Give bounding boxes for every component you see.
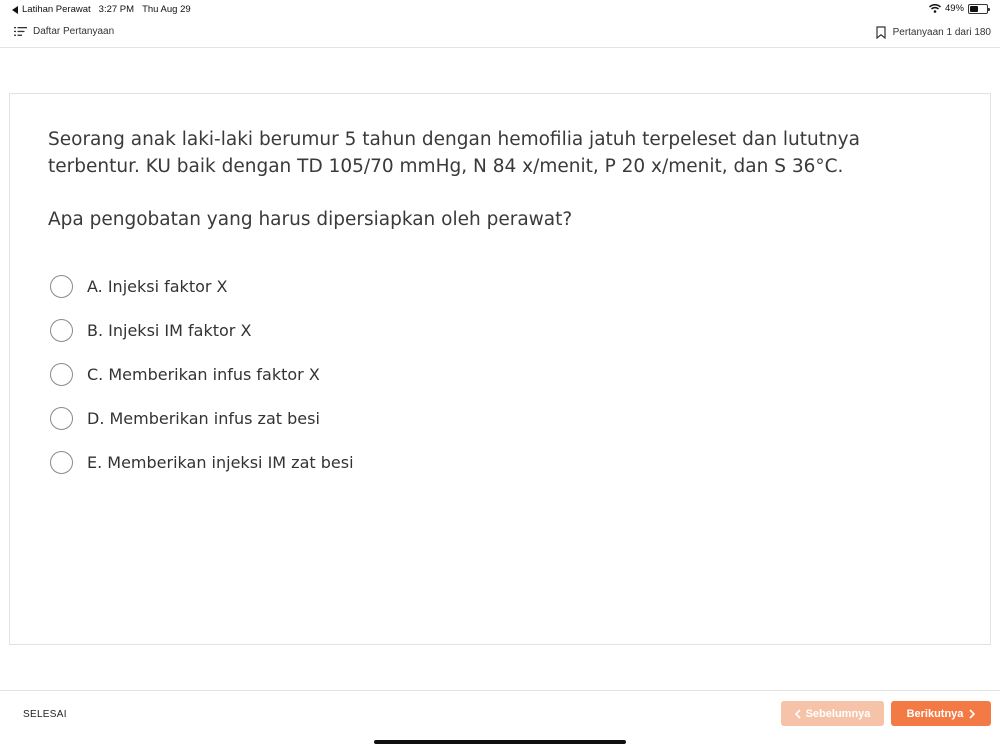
question-card: Seorang anak laki-laki berumur 5 tahun d… [9,93,991,645]
back-triangle-icon [12,5,18,14]
question-list-label: Daftar Pertanyaan [33,26,115,37]
back-app-label: Latihan Perawat [22,4,91,15]
chevron-right-icon [969,708,976,719]
radio-button[interactable] [50,318,73,342]
option-a[interactable]: A. Injeksi faktor X [50,264,354,308]
question-counter: Pertanyaan 1 dari 180 [875,26,991,39]
home-indicator[interactable] [374,740,626,744]
option-b[interactable]: B. Injeksi IM faktor X [50,308,354,352]
next-label: Berikutnya [906,707,964,720]
list-icon [14,27,27,36]
option-label: C. Memberikan infus faktor X [87,364,320,384]
radio-button[interactable] [50,450,73,474]
answer-options: A. Injeksi faktor X B. Injeksi IM faktor… [50,264,354,484]
back-to-app[interactable]: Latihan Perawat [12,4,91,15]
battery-percent: 49% [944,3,964,14]
wifi-icon [928,4,941,13]
question-prompt: Apa pengobatan yang harus dipersiapkan o… [48,209,573,230]
status-bar: Latihan Perawat 3:27 PM Thu Aug 29 49% [0,0,1000,20]
radio-button[interactable] [50,362,73,386]
option-label: A. Injeksi faktor X [87,276,228,296]
status-left: Latihan Perawat 3:27 PM Thu Aug 29 [12,4,191,15]
question-list-button[interactable]: Daftar Pertanyaan [14,26,114,37]
option-label: E. Memberikan injeksi IM zat besi [87,452,354,472]
option-c[interactable]: C. Memberikan infus faktor X [50,352,354,396]
question-text: Seorang anak laki-laki berumur 5 tahun d… [48,129,860,177]
option-d[interactable]: D. Memberikan infus zat besi [50,396,354,440]
option-e[interactable]: E. Memberikan injeksi IM zat besi [50,440,354,484]
status-date: Thu Aug 29 [142,4,191,15]
status-time: 3:27 PM [98,4,135,15]
option-label: D. Memberikan infus zat besi [87,408,320,428]
chevron-left-icon [794,708,801,719]
bookmark-icon[interactable] [875,26,886,39]
previous-button[interactable]: Sebelumnya [781,701,884,726]
question-counter-label: Pertanyaan 1 dari 180 [892,27,991,38]
battery-fill [970,5,978,12]
previous-label: Sebelumnya [805,707,871,720]
finish-button[interactable]: SELESAI [23,709,67,720]
top-bar: Daftar Pertanyaan Pertanyaan 1 dari 180 [0,20,1000,48]
option-label: B. Injeksi IM faktor X [87,320,252,340]
battery-icon [968,3,990,14]
status-right: 49% [928,3,990,14]
radio-button[interactable] [50,274,73,298]
radio-button[interactable] [50,406,73,430]
next-button[interactable]: Berikutnya [891,701,991,726]
